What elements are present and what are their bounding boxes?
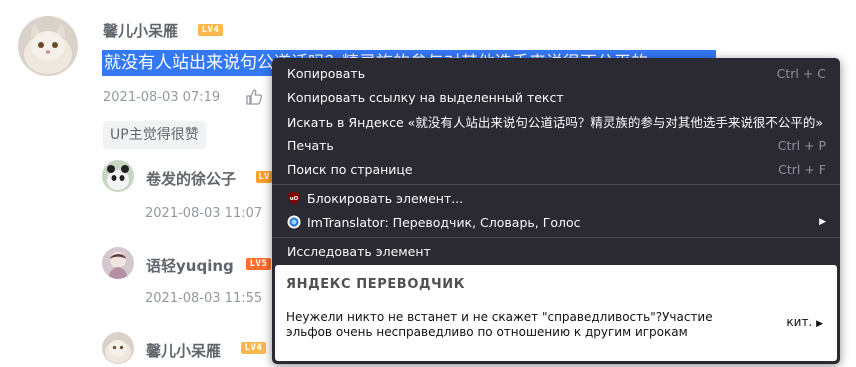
menu-item-label: Копировать ссылку на выделенный текст	[287, 89, 564, 105]
source-language-label: кит.	[786, 315, 813, 329]
imtranslator-icon	[287, 215, 301, 229]
svg-text:uO: uO	[290, 196, 299, 202]
menu-item-copy[interactable]: Копировать Ctrl + C	[272, 61, 840, 85]
menu-separator	[272, 237, 840, 238]
comment-date: 2021-08-03 07:19	[103, 90, 221, 105]
level-badge: LV5	[246, 258, 271, 270]
menu-item-label: Печать	[287, 137, 334, 153]
menu-shortcut: Ctrl + F	[778, 161, 826, 177]
comment-username[interactable]: 馨儿小呆雁	[103, 20, 178, 41]
chevron-right-icon: ▶	[816, 319, 823, 329]
thumbs-up-icon[interactable]	[245, 88, 263, 106]
menu-separator	[272, 184, 840, 185]
menu-item-label: Копировать	[287, 65, 366, 81]
menu-item-print[interactable]: Печать Ctrl + P	[272, 133, 840, 157]
reply-date: 2021-08-03 11:07	[145, 206, 263, 221]
menu-item-label: Блокировать элемент...	[307, 190, 464, 206]
menu-item-find[interactable]: Поиск по странице Ctrl + F	[272, 157, 840, 181]
menu-item-label: Искать в Яндексе «就没有人站出来说句公道话吗？精灵族的参与对其…	[287, 114, 823, 130]
avatar[interactable]	[102, 332, 134, 364]
up-liked-tag: UP主觉得很赞	[103, 121, 206, 149]
reply-date: 2021-08-03 11:55	[145, 291, 263, 306]
source-language-button[interactable]: кит. ▶	[786, 315, 823, 329]
context-menu: Копировать Ctrl + C Копировать ссылку на…	[272, 58, 840, 364]
translation-text: Неужели никто не встанет и не скажет "сп…	[286, 310, 713, 339]
avatar[interactable]	[102, 247, 134, 279]
menu-item-inspect[interactable]: Исследовать элемент	[272, 239, 840, 263]
level-badge: LV	[256, 171, 272, 183]
ublock-icon: uO	[287, 191, 301, 205]
reply-username[interactable]: 语轻yuqing	[146, 255, 234, 276]
menu-item-block-element[interactable]: uO Блокировать элемент...	[272, 186, 840, 210]
menu-item-copy-link[interactable]: Копировать ссылку на выделенный текст	[272, 85, 840, 109]
menu-item-search-yandex[interactable]: Искать в Яндексе «就没有人站出来说句公道话吗？精灵族的参与对其…	[272, 109, 840, 133]
avatar[interactable]	[18, 16, 78, 76]
level-badge: LV4	[241, 342, 266, 354]
menu-item-label: Поиск по странице	[287, 161, 413, 177]
reply-username[interactable]: 卷发的徐公子	[146, 168, 236, 189]
reply-username[interactable]: 馨儿小呆雁	[146, 340, 221, 361]
menu-item-label: Исследовать элемент	[287, 243, 431, 259]
yandex-translator-panel: ЯНДЕКС ПЕРЕВОДЧИК Неужели никто не встан…	[275, 265, 837, 361]
menu-item-imtranslator[interactable]: ImTranslator: Переводчик, Словарь, Голос…	[272, 210, 840, 234]
translator-title: ЯНДЕКС ПЕРЕВОДЧИК	[286, 277, 465, 292]
avatar[interactable]	[102, 160, 134, 192]
chevron-right-icon: ▶	[819, 217, 826, 227]
menu-item-label: ImTranslator: Переводчик, Словарь, Голос	[307, 214, 581, 230]
menu-shortcut: Ctrl + P	[777, 137, 826, 153]
menu-shortcut: Ctrl + C	[776, 65, 826, 81]
level-badge: LV4	[198, 24, 223, 36]
